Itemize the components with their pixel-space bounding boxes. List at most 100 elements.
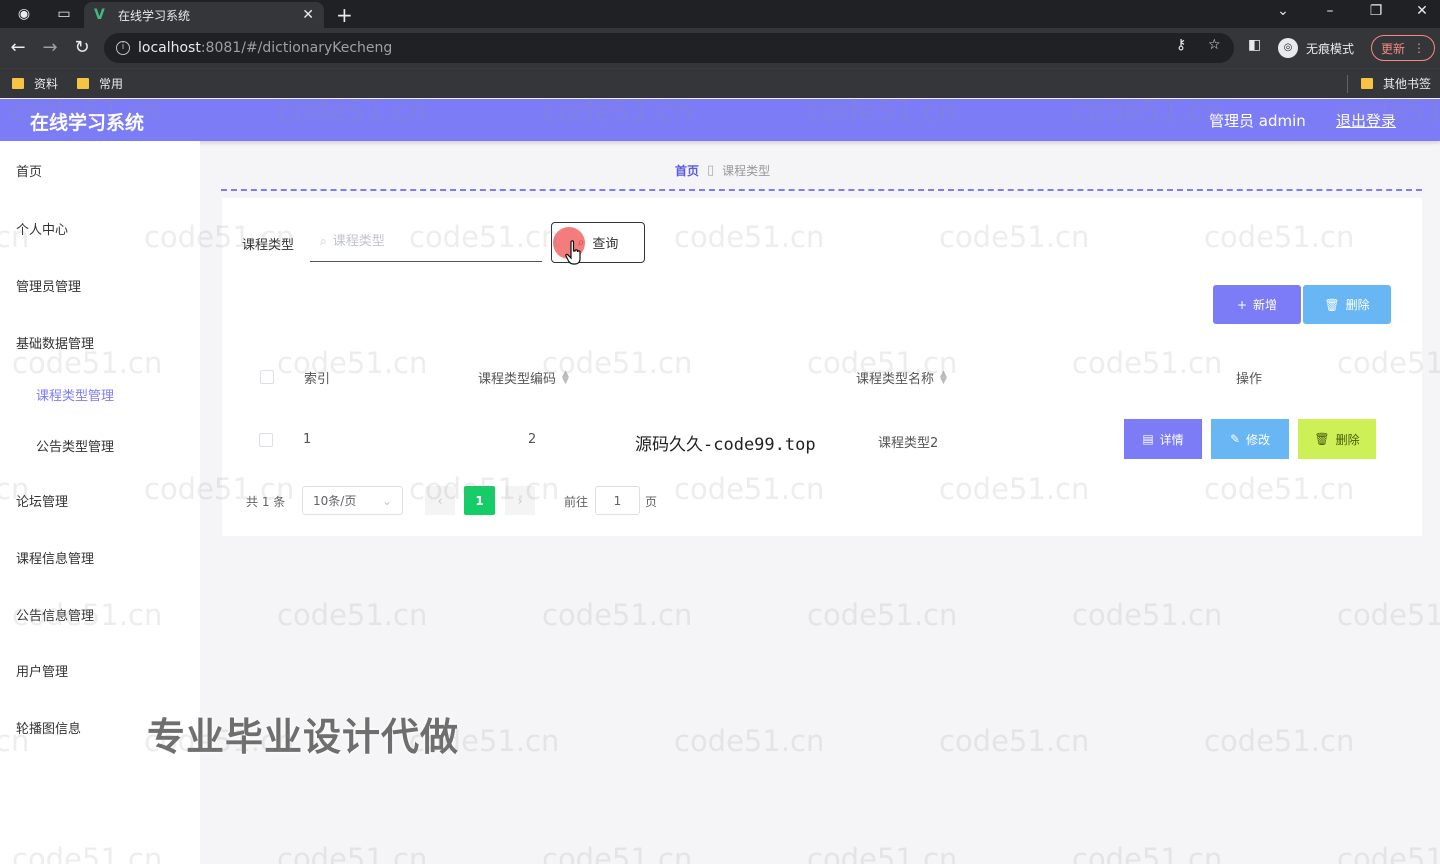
edit-button[interactable]: ✎ 修改	[1211, 419, 1289, 459]
trash-icon: 🗑	[1324, 297, 1340, 312]
folder-icon	[77, 78, 89, 89]
watermark-text: code51.cn	[674, 724, 825, 758]
url-path: :8081/#/dictionaryKecheng	[200, 40, 393, 56]
app-header: 在线学习系统 管理员 admin 退出登录	[0, 99, 1440, 141]
sort-icon[interactable]: ▲ ▼	[562, 369, 569, 385]
breadcrumb-separator-icon: ▯	[707, 163, 715, 178]
watermark-text: code51.cn	[1337, 842, 1440, 864]
vue-logo-icon: V	[94, 7, 105, 23]
watermark-text: code51.cn	[1072, 842, 1223, 864]
minimize-icon[interactable]: –	[1315, 3, 1345, 19]
url-host: localhost	[138, 40, 201, 56]
page-size-value: 10条/页	[313, 494, 357, 508]
watermark-text: code51.cn	[807, 598, 958, 632]
row-name: 课程类型2	[878, 436, 939, 451]
breadcrumb-current: 课程类型	[722, 164, 771, 178]
bookmarks-bar: 资料 常用 其他书签	[0, 68, 1440, 98]
tab-title: 在线学习系统	[118, 8, 191, 23]
bulk-delete-label: 删除	[1345, 298, 1370, 312]
promo-overlay-text: 专业毕业设计代做	[147, 715, 460, 759]
address-bar[interactable]: i localhost:8081/#/dictionaryKecheng	[104, 33, 1234, 63]
column-header-index: 索引	[304, 368, 330, 387]
other-bookmarks-label: 其他书签	[1383, 77, 1432, 91]
update-label: 更新	[1380, 41, 1405, 56]
watermark-text: code51.cn	[807, 842, 958, 864]
sidebar-item-users[interactable]: 用户管理	[16, 661, 68, 680]
edit-label: 修改	[1246, 432, 1271, 447]
folder-icon	[12, 78, 24, 89]
sidebar-item-admins[interactable]: 管理员管理	[16, 276, 81, 295]
bookmark-star-icon[interactable]: ☆	[1208, 37, 1221, 53]
goto-page-input[interactable]: 1	[595, 486, 640, 515]
trash-icon: 🗑	[1314, 432, 1330, 446]
browser-menu-icon[interactable]: ◉	[14, 5, 34, 23]
browser-tabbar: ◉ ▭ V 在线学习系统 ✕ + ⌄ – ❐ ✕	[0, 0, 1440, 28]
detail-button[interactable]: ▤ 详情	[1124, 419, 1202, 459]
bulk-delete-button[interactable]: 🗑 删除	[1303, 285, 1391, 324]
more-menu-icon: ⋮	[1413, 41, 1425, 55]
back-icon[interactable]: ←	[6, 37, 30, 59]
side-panel-icon[interactable]: ◧	[1248, 37, 1261, 53]
breadcrumb-home[interactable]: 首页	[675, 162, 699, 179]
row-checkbox[interactable]	[259, 433, 273, 447]
browser-tab[interactable]: V 在线学习系统 ✕	[84, 2, 324, 28]
sidebar-item-home[interactable]: 首页	[16, 161, 42, 180]
page-number-current[interactable]: 1	[464, 486, 495, 515]
bookmark-folder[interactable]: 常用	[77, 75, 123, 92]
watermark-text: code51.cn	[1204, 724, 1355, 758]
other-bookmarks[interactable]: 其他书签	[1361, 75, 1431, 92]
search-field[interactable]: ⌕	[310, 222, 542, 262]
breadcrumb-divider	[221, 189, 1422, 191]
column-header-label: 操作	[1236, 372, 1263, 387]
next-page-icon[interactable]: ›	[505, 486, 535, 515]
column-header-label: 索引	[304, 372, 331, 387]
watermark-text: code51.cn	[277, 842, 428, 864]
sidebar-item-course-types[interactable]: 课程类型管理	[36, 385, 114, 404]
add-button[interactable]: + 新增	[1213, 285, 1301, 324]
incognito-indicator[interactable]: ◎ 无痕模式	[1278, 38, 1354, 58]
sidebar-item-notices[interactable]: 公告信息管理	[16, 605, 94, 624]
row-delete-label: 删除	[1335, 432, 1360, 447]
incognito-icon: ◎	[1278, 38, 1298, 58]
search-input[interactable]	[332, 234, 523, 249]
goto-label: 前往	[564, 495, 589, 509]
forward-icon[interactable]: →	[38, 37, 62, 59]
page-size-select[interactable]: 10条/页 ⌄	[302, 486, 403, 515]
watermark-text: code51.cn	[542, 842, 693, 864]
bookmarks-divider	[1347, 75, 1348, 93]
sidebar-item-carousel[interactable]: 轮播图信息	[16, 718, 81, 737]
close-window-icon[interactable]: ✕	[1407, 3, 1437, 19]
tab-close-icon[interactable]: ✕	[302, 7, 314, 23]
sidebar-item-notice-types[interactable]: 公告类型管理	[36, 436, 114, 455]
update-button[interactable]: 更新 ⋮	[1371, 35, 1435, 61]
sidebar-item-profile[interactable]: 个人中心	[16, 219, 68, 238]
sidebar-item-courses[interactable]: 课程信息管理	[16, 548, 94, 567]
info-icon[interactable]: i	[116, 41, 130, 55]
row-code: 2	[528, 432, 537, 447]
bookmark-folder[interactable]: 资料	[12, 75, 58, 92]
sort-icon[interactable]: ▲ ▼	[940, 369, 947, 385]
prev-page-icon[interactable]: ‹	[425, 486, 455, 515]
sidebar-item-base-data[interactable]: 基础数据管理	[16, 333, 94, 352]
chevron-down-icon: ⌄	[381, 493, 392, 508]
column-header-code[interactable]: 课程类型编码 ▲ ▼	[478, 368, 569, 387]
add-label: 新增	[1253, 298, 1278, 312]
reload-icon[interactable]: ↻	[70, 37, 94, 59]
row-delete-button[interactable]: 🗑 删除	[1298, 419, 1376, 459]
new-tab-icon[interactable]: +	[336, 3, 353, 27]
select-all-checkbox[interactable]	[260, 370, 274, 384]
tab-list-icon[interactable]: ⌄	[1268, 3, 1298, 19]
restore-icon[interactable]: ❐	[1361, 3, 1391, 19]
tab-search-icon[interactable]: ▭	[54, 5, 74, 23]
column-header-name[interactable]: 课程类型名称 ▲ ▼	[856, 368, 947, 387]
row-index: 1	[303, 432, 312, 447]
logout-link[interactable]: 退出登录	[1336, 110, 1396, 131]
incognito-label: 无痕模式	[1306, 41, 1355, 56]
current-user: 管理员 admin	[1209, 112, 1306, 130]
query-label: 查询	[592, 237, 619, 252]
bookmark-label: 资料	[34, 77, 59, 91]
watermark-text: code51.cn	[939, 724, 1090, 758]
app-title: 在线学习系统	[30, 112, 145, 134]
key-icon[interactable]: ⚷	[1176, 37, 1186, 53]
sidebar-item-forum[interactable]: 论坛管理	[16, 491, 68, 510]
